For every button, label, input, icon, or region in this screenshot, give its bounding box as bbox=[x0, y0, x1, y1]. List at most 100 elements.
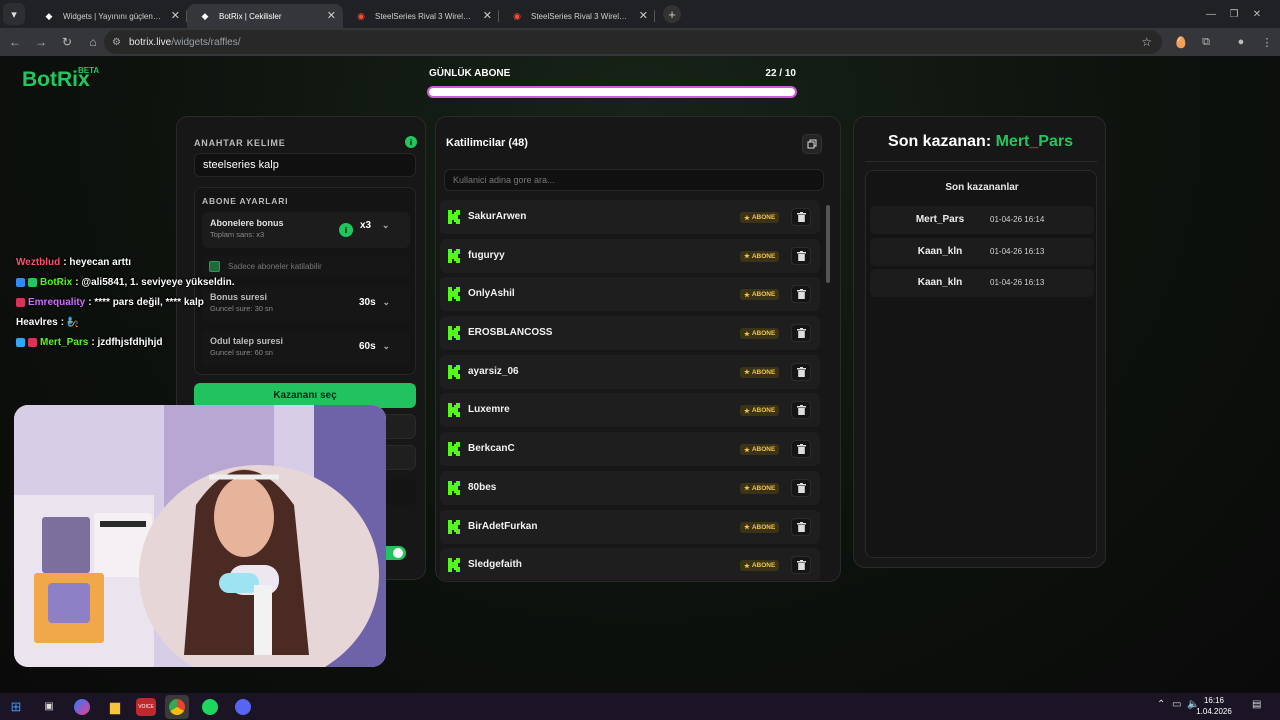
steelseries-icon: ◉ bbox=[513, 11, 521, 21]
spotify-icon[interactable] bbox=[198, 695, 222, 719]
site-info-icon[interactable]: ⚙ bbox=[112, 37, 121, 48]
extension-icon[interactable]: 🥚 bbox=[1168, 28, 1194, 56]
participant-row: Luxemre ★ ABONE bbox=[440, 393, 820, 428]
reload-icon[interactable]: ↻ bbox=[54, 29, 80, 55]
botrix-logo[interactable]: BotRix BETA bbox=[22, 66, 99, 92]
subscriber-badge-label: ABONE bbox=[751, 330, 776, 338]
participant-search-input[interactable]: Kullanici adina gore ara... bbox=[444, 169, 824, 191]
participant-name: fuguryy bbox=[468, 249, 505, 261]
chat-line: BotRix: @ali5841, 1. seviyeye yükseldin. bbox=[16, 272, 276, 292]
scrollbar[interactable] bbox=[826, 205, 830, 283]
star-icon: ★ bbox=[744, 369, 750, 377]
sub-bonus-info-icon[interactable]: i bbox=[339, 223, 353, 237]
star-icon: ★ bbox=[744, 562, 750, 570]
chat-username: Weztblud bbox=[16, 256, 61, 268]
tab-close-icon[interactable]: ✕ bbox=[639, 9, 648, 22]
trash-icon[interactable] bbox=[791, 401, 811, 420]
steelseries-icon: ◉ bbox=[357, 11, 365, 21]
trash-icon[interactable] bbox=[791, 285, 811, 304]
menu-kebab-icon[interactable]: ⋮ bbox=[1254, 28, 1280, 56]
copy-icon[interactable] bbox=[802, 134, 822, 154]
trash-icon[interactable] bbox=[791, 440, 811, 459]
profile-avatar-icon[interactable]: ● bbox=[1228, 28, 1254, 56]
keyword-input[interactable]: steelseries kalp bbox=[194, 153, 416, 177]
divider bbox=[865, 161, 1097, 162]
trash-icon[interactable] bbox=[791, 324, 811, 343]
voicemod-icon[interactable]: VOICE bbox=[136, 697, 156, 716]
subscriber-badge: ★ ABONE bbox=[740, 366, 780, 378]
recent-winners-box: Son kazananlar Mert_Pars 01-04-26 16:14 Ka… bbox=[865, 170, 1097, 558]
participant-name: Luxemre bbox=[468, 404, 510, 416]
chat-badge-icon bbox=[16, 277, 25, 287]
tab-close-icon[interactable]: ✕ bbox=[171, 9, 180, 22]
browser-tab[interactable]: ◆ Widgets | Yayınını güçlendirmek ✕ bbox=[31, 4, 187, 28]
chrome-icon[interactable] bbox=[165, 694, 189, 719]
webcam-illustration bbox=[14, 405, 386, 667]
participant-row: Sledgefaith ★ ABONE bbox=[440, 548, 820, 580]
chat-badge-icon bbox=[16, 337, 25, 347]
winner-date: 01-04-26 16:14 bbox=[990, 215, 1045, 224]
subscriber-badge: ★ ABONE bbox=[740, 521, 780, 533]
tray-chevron-icon[interactable]: ⌃ bbox=[1157, 699, 1165, 710]
trash-icon[interactable] bbox=[791, 362, 811, 381]
taskbar-clock[interactable]: 16:16 1.04.2026 bbox=[1194, 695, 1234, 717]
tab-title: BotRix | Cekilisler bbox=[219, 11, 282, 21]
last-winner-label: Son kazanan: bbox=[888, 133, 996, 150]
kick-icon bbox=[448, 558, 460, 573]
star-icon: ★ bbox=[744, 253, 750, 261]
participant-name: BerkcanC bbox=[468, 443, 515, 455]
kick-icon: ◆ bbox=[45, 11, 53, 21]
subscriber-badge-label: ABONE bbox=[751, 214, 776, 221]
star-icon: ★ bbox=[744, 407, 750, 415]
claim-time-select[interactable]: 60s ⌄ bbox=[359, 341, 390, 352]
subscriber-badge: ★ ABONE bbox=[740, 250, 780, 262]
sub-bonus-row: Abonelere bonus Toplam sans: x3 i x3 ⌄ bbox=[202, 212, 410, 248]
trash-icon[interactable] bbox=[791, 208, 811, 226]
participant-name: ayarsiz_06 bbox=[468, 365, 519, 377]
home-icon[interactable]: ⌂ bbox=[80, 29, 106, 55]
extensions-puzzle-icon[interactable]: ⧉ bbox=[1193, 28, 1219, 56]
trash-icon[interactable] bbox=[791, 478, 811, 497]
bonus-time-select[interactable]: 30s ⌄ bbox=[359, 297, 390, 308]
browser-tab[interactable]: ◉ SteelSeries Rival 3 Wireless Gen ✕ bbox=[343, 4, 499, 28]
browser-tab[interactable]: ◉ SteelSeries Rival 3 Wireless Gen ✕ bbox=[499, 4, 655, 28]
address-bar[interactable]: ⚙ botrix.live/widgets/raffles/ ☆ bbox=[104, 30, 1162, 54]
participant-row: OnlyAshil ★ ABONE bbox=[440, 277, 820, 312]
close-window-button[interactable]: ✕ bbox=[1234, 0, 1280, 28]
sub-bonus-select[interactable]: x3 ⌄ bbox=[360, 220, 389, 231]
network-icon[interactable]: ▭ bbox=[1172, 699, 1181, 710]
keyword-info-icon[interactable]: i bbox=[405, 136, 417, 148]
file-explorer-icon[interactable]: ▆ bbox=[103, 695, 127, 719]
participant-row: BirAdetFurkan ★ ABONE bbox=[440, 509, 820, 544]
participant-name: OnlyAshil bbox=[468, 288, 515, 300]
chat-line: Mert_Pars: jzdfhjsfdhjhjd bbox=[16, 332, 276, 352]
notification-icon[interactable]: ▤ bbox=[1252, 699, 1261, 710]
subscriber-badge: ★ ABONE bbox=[740, 328, 780, 340]
kick-icon bbox=[448, 442, 460, 457]
winner-row: Mert_Pars 01-04-26 16:14 bbox=[870, 206, 1094, 234]
task-view-icon[interactable]: ▣ bbox=[37, 695, 61, 719]
forward-icon[interactable]: → bbox=[28, 29, 54, 55]
subscriber-badge: ★ ABONE bbox=[740, 482, 780, 494]
tab-close-icon[interactable]: ✕ bbox=[327, 9, 336, 22]
new-tab-button[interactable]: + bbox=[663, 5, 681, 23]
keyword-label: ANAHTAR KELIME bbox=[194, 138, 286, 148]
browser-tab[interactable]: ◆ BotRix | Cekilisler ✕ bbox=[187, 4, 343, 28]
trash-icon[interactable] bbox=[791, 556, 811, 575]
participant-name: BirAdetFurkan bbox=[468, 520, 538, 532]
tab-search-dropdown-icon[interactable]: ▾ bbox=[3, 3, 25, 25]
tab-close-icon[interactable]: ✕ bbox=[483, 9, 492, 22]
copilot-icon[interactable] bbox=[74, 698, 90, 715]
bookmark-star-icon[interactable]: ☆ bbox=[1141, 35, 1152, 49]
chat-line: Heavlres: 🧞 bbox=[16, 312, 276, 332]
goal-progress-fill bbox=[429, 88, 795, 96]
discord-icon[interactable] bbox=[231, 695, 255, 719]
trash-icon[interactable] bbox=[791, 246, 811, 265]
last-winner-name: Mert_Pars bbox=[995, 133, 1073, 150]
url-host: botrix.live bbox=[128, 36, 172, 48]
trash-icon[interactable] bbox=[791, 517, 811, 536]
sub-bonus-value: x3 bbox=[360, 220, 372, 231]
windows-start-icon[interactable]: ⊞ bbox=[4, 695, 28, 719]
back-icon[interactable]: ← bbox=[2, 29, 28, 55]
chat-line: Emrequality: **** pars değil, **** kalp bbox=[16, 292, 276, 312]
